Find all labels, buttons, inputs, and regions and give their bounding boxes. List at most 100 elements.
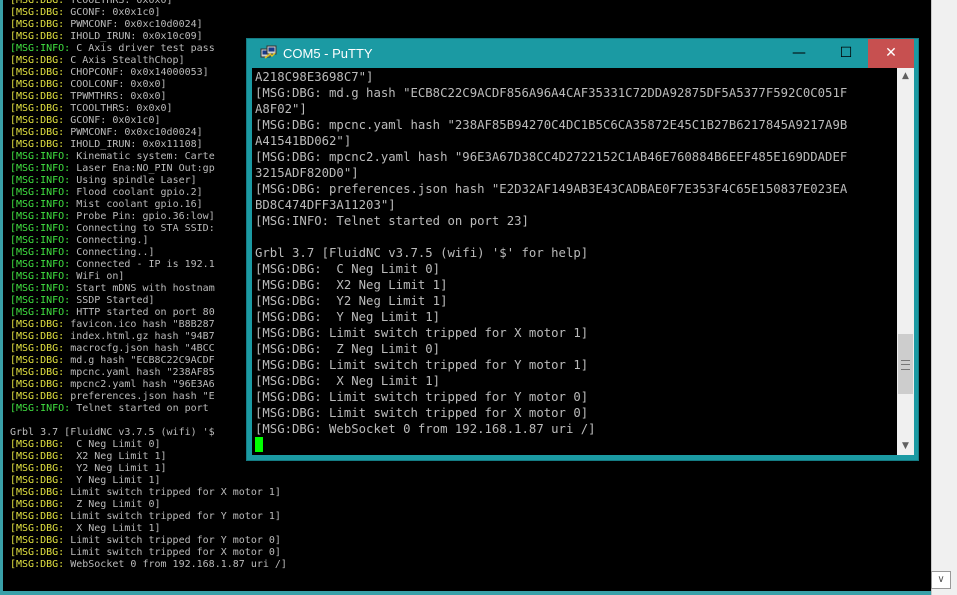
log-tag: [MSG:INFO: — [10, 283, 71, 294]
terminal-line: BD8C474DFF3A11203"] — [255, 198, 396, 212]
log-message: TCOOLTHRS: 0x0x0] — [64, 0, 173, 6]
putty-app-icon[interactable] — [260, 45, 278, 61]
log-message: Limit switch tripped for Y motor 1] — [64, 511, 281, 522]
log-message: COOLCONF: 0x0x0] — [64, 79, 167, 90]
terminal-line: [MSG:DBG: Limit switch tripped for X mot… — [255, 326, 589, 340]
terminal-line: 3215ADF820D0"] — [255, 166, 359, 180]
log-tag: [MSG:INFO: — [10, 211, 71, 222]
log-tag: [MSG:DBG: — [10, 439, 65, 450]
log-tag: [MSG:INFO: — [10, 259, 71, 270]
log-tag: [MSG:DBG: — [10, 355, 65, 366]
log-message: mpcnc.yaml hash "238AF85 — [64, 367, 215, 378]
log-tag: [MSG:INFO: — [10, 235, 71, 246]
terminal-line: A218C98E3698C7"] — [255, 70, 374, 84]
terminal-line: A41541BD062"] — [255, 134, 352, 148]
close-icon: ✕ — [885, 45, 897, 61]
log-tag: [MSG:DBG: — [10, 7, 65, 18]
terminal-line: [MSG:DBG: preferences.json hash "E2D32AF… — [255, 182, 848, 196]
log-message: Y Neg Limit 1] — [64, 475, 161, 486]
log-tag: [MSG:DBG: — [10, 463, 65, 474]
log-message: TCOOLTHRS: 0x0x0] — [64, 103, 173, 114]
terminal-line: [MSG:DBG: md.g hash "ECB8C22C9ACDF856A96… — [255, 86, 848, 100]
log-message: C Neg Limit 0] — [64, 439, 161, 450]
background-window-border-bottom — [0, 591, 931, 595]
terminal-line: [MSG:DBG: C Neg Limit 0] — [255, 262, 441, 276]
background-terminal-line: [MSG:DBG: Y2 Neg Limit 1] — [10, 463, 287, 475]
log-tag: [MSG:INFO: — [10, 151, 71, 162]
log-message: macrocfg.json hash "4BCC — [64, 343, 215, 354]
log-message: C Axis StealthChop] — [64, 55, 185, 66]
terminal-output: A218C98E3698C7"] [MSG:DBG: md.g hash "ECB… — [255, 69, 847, 437]
log-tag: [MSG:DBG: — [10, 67, 65, 78]
background-terminal-line: [MSG:DBG: Limit switch tripped for X mot… — [10, 487, 287, 499]
terminal-line: [MSG:DBG: Y Neg Limit 1] — [255, 310, 441, 324]
vertical-scrollbar[interactable]: ▲ ▼ — [897, 68, 914, 455]
log-message: md.g hash "ECB8C22C9ACDF — [64, 355, 215, 366]
log-tag: [MSG:INFO: — [10, 247, 71, 258]
log-tag: [MSG:DBG: — [10, 319, 65, 330]
background-scroll-down-button[interactable]: ∨ — [931, 571, 951, 589]
log-tag: [MSG:INFO: — [10, 271, 71, 282]
background-scrollbar[interactable] — [931, 0, 957, 595]
grip-icon — [901, 360, 910, 371]
log-tag: [MSG:INFO: — [10, 199, 71, 210]
log-message: Probe Pin: gpio.36:low] — [70, 211, 215, 222]
log-message: HTTP started on port 80 — [70, 307, 215, 318]
scroll-down-button[interactable]: ▼ — [897, 438, 914, 455]
chevron-down-icon: ▼ — [902, 441, 909, 451]
log-tag: [MSG:DBG: — [10, 499, 65, 510]
minimize-icon: — — [792, 45, 806, 61]
scroll-up-button[interactable]: ▲ — [897, 68, 914, 85]
terminal-line: [MSG:DBG: mpcnc.yaml hash "238AF85B94270… — [255, 118, 848, 132]
log-tag: [MSG:INFO: — [10, 403, 71, 414]
log-tag: [MSG:DBG: — [10, 559, 65, 570]
minimize-button[interactable]: — — [776, 39, 822, 68]
background-terminal-line: [MSG:DBG: Z Neg Limit 0] — [10, 499, 287, 511]
log-message: favicon.ico hash "B8B287 — [64, 319, 215, 330]
putty-window[interactable]: COM5 - PuTTY — ☐ ✕ A218C98E3698C7"] [MSG:… — [246, 38, 919, 461]
terminal-line: [MSG:DBG: X Neg Limit 1] — [255, 374, 441, 388]
log-message: Connecting.] — [70, 235, 149, 246]
log-tag: [MSG:DBG: — [10, 451, 65, 462]
log-message: WebSocket 0 from 192.168.1.87 uri /] — [64, 559, 287, 570]
log-tag: [MSG:DBG: — [10, 343, 65, 354]
log-tag: [MSG:DBG: — [10, 115, 65, 126]
log-tag: [MSG:DBG: — [10, 535, 65, 546]
log-tag: [MSG:INFO: — [10, 175, 71, 186]
log-message: preferences.json hash "E — [64, 391, 215, 402]
title-bar[interactable]: COM5 - PuTTY — ☐ ✕ — [247, 39, 918, 68]
maximize-button[interactable]: ☐ — [823, 39, 869, 68]
log-message: Start mDNS with hostnam — [70, 283, 215, 294]
terminal-line: [MSG:DBG: Y2 Neg Limit 1] — [255, 294, 448, 308]
log-tag: [MSG:DBG: — [10, 0, 65, 6]
scrollbar-thumb[interactable] — [898, 334, 913, 395]
log-tag: [MSG:DBG: — [10, 511, 65, 522]
log-message: Connected - IP is 192.1 — [70, 259, 215, 270]
background-window-border — [0, 0, 3, 595]
terminal-area[interactable]: A218C98E3698C7"] [MSG:DBG: md.g hash "ECB… — [252, 68, 897, 455]
log-tag: [MSG:INFO: — [10, 307, 71, 318]
window-title: COM5 - PuTTY — [283, 46, 373, 61]
log-message: Limit switch tripped for Y motor 0] — [64, 535, 281, 546]
log-message: PWMCONF: 0x0xc10d0024] — [64, 19, 203, 30]
log-tag: [MSG:INFO: — [10, 223, 71, 234]
log-tag: [MSG:DBG: — [10, 475, 65, 486]
terminal-line: [MSG:DBG: mpcnc2.yaml hash "96E3A67D38CC… — [255, 150, 848, 164]
log-tag: [MSG:DBG: — [10, 367, 65, 378]
log-tag: [MSG:DBG: — [10, 379, 65, 390]
close-button[interactable]: ✕ — [868, 39, 914, 68]
log-message: C Axis driver test pass — [70, 43, 215, 54]
log-message: Mist coolant gpio.16] — [70, 199, 203, 210]
chevron-up-icon: ▲ — [902, 71, 909, 81]
text-cursor — [255, 437, 263, 452]
log-message: Using spindle Laser] — [70, 175, 197, 186]
log-tag: [MSG:DBG: — [10, 523, 65, 534]
log-message: GCONF: 0x0x1c0] — [64, 7, 161, 18]
log-tag: [MSG:DBG: — [10, 103, 65, 114]
log-message: Connecting to STA SSID: — [70, 223, 215, 234]
terminal-line: [MSG:DBG: WebSocket 0 from 192.168.1.87 … — [255, 422, 596, 436]
log-tag: [MSG:INFO: — [10, 187, 71, 198]
background-terminal-line: [MSG:DBG: GCONF: 0x0x1c0] — [10, 7, 287, 19]
background-terminal-line: [MSG:DBG: Limit switch tripped for Y mot… — [10, 511, 287, 523]
